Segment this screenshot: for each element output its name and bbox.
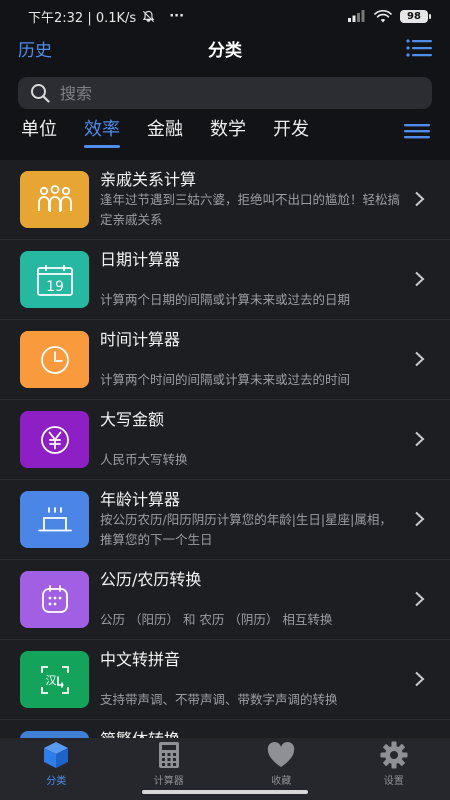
row-title: 简繁体转换	[100, 730, 400, 739]
signal-icon	[348, 10, 365, 22]
list-item-date-calculator[interactable]: 19 日期计算器 计算两个日期的间隔或计算未来或过去的日期	[0, 240, 450, 320]
list-menu-icon[interactable]	[406, 38, 432, 58]
row-text: 公历/农历转换 公历 （阳历） 和 农历 （阴历） 相互转换	[100, 570, 400, 630]
row-icon-bg: 汉	[20, 651, 89, 708]
status-bar: 下午2:32 | 0.1K/s ··· 98	[0, 0, 450, 32]
row-desc: 按公历农历/阳历阴历计算您的年龄|生日|星座|属相，推算您的下一个生日	[100, 511, 392, 547]
row-title: 大写金额	[100, 409, 165, 429]
tabbar-label: 设置	[383, 776, 404, 787]
search-icon	[31, 84, 50, 103]
list-item-capital-amount[interactable]: 大写金额 人民币大写转换	[0, 400, 450, 480]
list-item-relative-calculator[interactable]: 亲戚关系计算 逢年过节遇到三姑六婆，拒绝叫不出口的尴尬！轻松搞定亲戚关系	[0, 160, 450, 240]
tab-development[interactable]: 开发	[273, 114, 309, 152]
lunar-calendar-icon	[41, 584, 68, 613]
row-title: 中文转拼音	[100, 649, 181, 669]
row-title: 公历/农历转换	[100, 569, 202, 589]
row-title: 时间计算器	[100, 329, 181, 349]
list-item-traditional-simplified[interactable]: 简繁体转换	[0, 720, 450, 738]
tabbar-label: 分类	[46, 776, 67, 787]
search-input[interactable]	[60, 83, 400, 103]
battery-icon: 98	[400, 9, 431, 23]
chevron-right-icon	[415, 511, 425, 527]
family-icon	[37, 184, 72, 212]
clock-icon	[40, 345, 69, 374]
row-icon-bg: 19	[20, 251, 89, 308]
status-left: 下午2:32 | 0.1K/s ···	[28, 7, 184, 26]
row-text: 中文转拼音 支持带声调、不带声调、带数字声调的转换	[100, 650, 400, 710]
battery-level: 98	[407, 10, 421, 22]
list-item-chinese-to-pinyin[interactable]: 汉 中文转拼音 支持带声调、不带声调、带数字声调的转换	[0, 640, 450, 720]
row-text: 年龄计算器 按公历农历/阳历阴历计算您的年龄|生日|星座|属相，推算您的下一个生…	[100, 490, 400, 550]
row-desc: 支持带声调、不带声调、带数字声调的转换	[100, 691, 338, 707]
tabbar-label: 收藏	[271, 776, 292, 787]
tool-list: 亲戚关系计算 逢年过节遇到三姑六婆，拒绝叫不出口的尴尬！轻松搞定亲戚关系 19 …	[0, 160, 450, 738]
calendar-icon: 19	[36, 264, 73, 296]
row-desc: 逢年过节遇到三姑六婆，拒绝叫不出口的尴尬！轻松搞定亲戚关系	[100, 191, 401, 227]
row-title: 日期计算器	[100, 249, 181, 269]
birthday-cake-icon	[37, 506, 72, 531]
mute-bell-icon	[142, 10, 155, 22]
row-text: 日期计算器 计算两个日期的间隔或计算未来或过去的日期	[100, 250, 400, 310]
chevron-right-icon	[415, 271, 425, 287]
history-button[interactable]: 历史	[18, 36, 52, 61]
calendar-day-number: 19	[46, 279, 64, 295]
category-tabs: 单位 效率 金融 数学 开发	[0, 114, 450, 154]
bottom-tab-bar: 分类 计算器 收藏 设置	[0, 738, 450, 800]
row-desc: 计算两个时间的间隔或计算未来或过去的时间	[100, 371, 351, 387]
row-desc: 计算两个日期的间隔或计算未来或过去的日期	[100, 291, 351, 307]
chevron-right-icon	[415, 191, 425, 207]
row-icon-bg	[20, 571, 89, 628]
list-item-lunar-conversion[interactable]: 公历/农历转换 公历 （阳历） 和 农历 （阴历） 相互转换	[0, 560, 450, 640]
tab-math[interactable]: 数学	[210, 114, 246, 152]
status-right: 98	[348, 9, 431, 23]
yuan-icon	[40, 425, 69, 454]
tabbar-label: 计算器	[153, 776, 184, 787]
tab-unit[interactable]: 单位	[21, 114, 57, 152]
wifi-icon	[374, 9, 392, 22]
row-icon-bg	[20, 491, 89, 548]
heart-icon	[268, 742, 295, 767]
page-title: 分类	[208, 40, 242, 61]
tab-efficiency[interactable]: 效率	[84, 114, 120, 152]
row-desc: 公历 （阳历） 和 农历 （阴历） 相互转换	[100, 611, 333, 627]
row-icon-bg	[20, 411, 89, 468]
list-item-age-calculator[interactable]: 年龄计算器 按公历农历/阳历阴历计算您的年龄|生日|星座|属相，推算您的下一个生…	[0, 480, 450, 560]
home-indicator[interactable]	[142, 790, 308, 794]
chevron-right-icon	[415, 351, 425, 367]
nav-bar: 历史 分类	[0, 32, 450, 64]
list-item-time-calculator[interactable]: 时间计算器 计算两个时间的间隔或计算未来或过去的时间	[0, 320, 450, 400]
row-title: 年龄计算器	[100, 489, 181, 509]
row-icon-bg	[20, 731, 89, 738]
status-more-dots: ···	[169, 8, 185, 24]
tabs-menu-icon[interactable]	[404, 121, 430, 141]
search-box[interactable]	[18, 77, 432, 109]
row-text: 大写金额 人民币大写转换	[100, 410, 400, 470]
row-text: 亲戚关系计算 逢年过节遇到三姑六婆，拒绝叫不出口的尴尬！轻松搞定亲戚关系	[100, 170, 400, 230]
pinyin-icon: 汉	[40, 665, 69, 694]
tabbar-item-category[interactable]: 分类	[0, 738, 113, 800]
pinyin-hanzi: 汉	[45, 674, 56, 687]
row-desc: 人民币大写转换	[100, 451, 188, 467]
status-time-network: 下午2:32 | 0.1K/s	[28, 10, 137, 26]
row-text: 时间计算器 计算两个时间的间隔或计算未来或过去的时间	[100, 330, 400, 390]
row-icon-bg	[20, 331, 89, 388]
tabbar-item-settings[interactable]: 设置	[338, 738, 450, 800]
chevron-right-icon	[415, 431, 425, 447]
row-icon-bg	[20, 171, 89, 228]
tab-finance[interactable]: 金融	[147, 114, 183, 152]
cube-icon	[44, 742, 69, 768]
calculator-icon	[158, 742, 179, 768]
row-text: 简繁体转换	[100, 730, 400, 739]
row-title: 亲戚关系计算	[100, 169, 197, 189]
chevron-right-icon	[415, 591, 425, 607]
gear-icon	[380, 741, 408, 769]
chevron-right-icon	[415, 671, 425, 687]
